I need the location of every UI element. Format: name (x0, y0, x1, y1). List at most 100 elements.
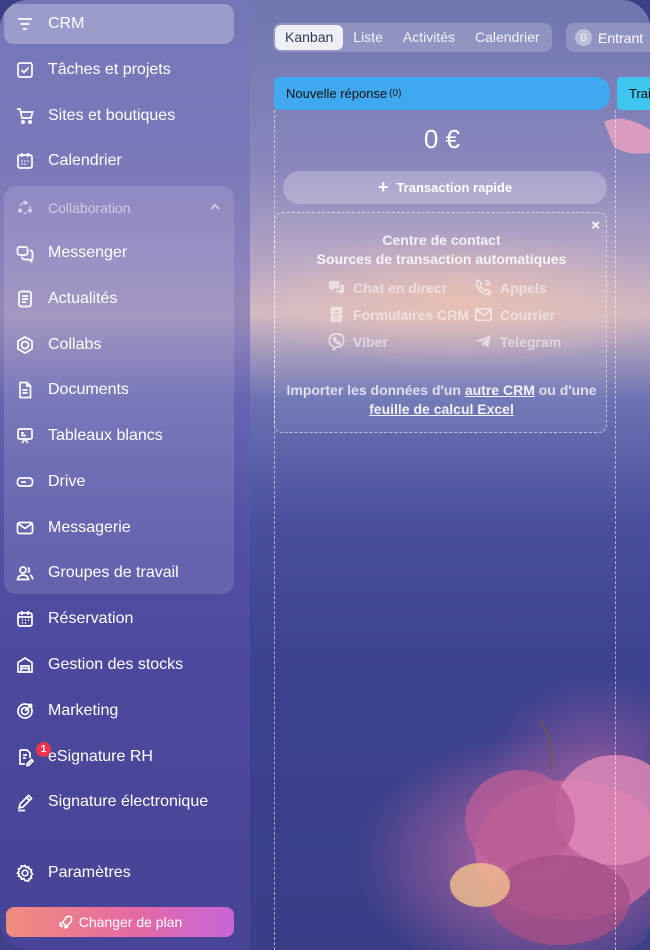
sidebar-item-whiteboards[interactable]: Tableaux blancs (4, 416, 234, 456)
document-icon (14, 379, 36, 401)
sidebar-item-label: Tâches et projets (48, 61, 171, 78)
source-viber[interactable]: Viber (327, 332, 388, 351)
sidebar-item-sites[interactable]: Sites et boutiques (4, 96, 234, 136)
sidebar-item-label: Messagerie (48, 519, 131, 536)
quick-deal-button[interactable]: + Transaction rapide (283, 171, 607, 204)
form-icon (330, 306, 343, 323)
sidebar-item-mail[interactable]: Messagerie (4, 508, 234, 548)
chat-bubbles-icon (328, 280, 345, 296)
source-label: Appels (500, 279, 547, 296)
tab-calendar[interactable]: Calendrier (465, 25, 550, 50)
sidebar-item-messenger[interactable]: Messenger (4, 233, 234, 273)
contact-center-title: Centre de contact (382, 232, 501, 248)
news-icon (14, 288, 36, 310)
sidebar-item-news[interactable]: Actualités (4, 279, 234, 319)
target-icon (14, 700, 36, 722)
drive-icon (14, 471, 36, 493)
esign-doc-icon: 1 (14, 742, 51, 768)
sidebar-item-label: Actualités (48, 290, 118, 307)
plus-icon: + (377, 177, 389, 197)
tab-activities[interactable]: Activités (393, 25, 465, 50)
sidebar-item-label: Groupes de travail (48, 564, 179, 581)
excel-sheet-link[interactable]: feuille de calcul Excel (369, 401, 514, 417)
source-telegram[interactable]: Telegram (474, 332, 561, 351)
sidebar-item-label: eSignature RH (48, 748, 153, 765)
incoming-button[interactable]: 0 Entrant (566, 23, 650, 52)
app-window: CRM Tâches et projets Sites et boutiques… (0, 0, 650, 950)
kanban-column-header-next[interactable]: Traitement (617, 77, 650, 110)
sidebar-item-tasks[interactable]: Tâches et projets (4, 50, 234, 90)
column-total: 0 € (423, 124, 461, 154)
telegram-icon (475, 335, 491, 348)
viber-icon (328, 333, 345, 351)
source-label: Viber (353, 333, 388, 350)
rocket-icon (58, 915, 73, 929)
sidebar-item-esignature[interactable]: Signature électronique (4, 782, 234, 822)
source-label: Courrier (500, 306, 556, 323)
tab-kanban[interactable]: Kanban (275, 25, 344, 50)
upgrade-plan-button[interactable]: Changer de plan (6, 907, 234, 937)
sidebar-item-label: Paramètres (48, 864, 131, 881)
sidebar-item-drive[interactable]: Drive (4, 462, 234, 502)
tab-list[interactable]: Liste (343, 25, 393, 50)
sidebar-item-label: Messenger (48, 244, 128, 261)
source-live-chat[interactable]: Chat en direct (327, 278, 446, 297)
whiteboard-icon (14, 425, 36, 447)
sidebar-item-collabs[interactable]: Collabs (4, 325, 234, 365)
sidebar-item-settings[interactable]: Paramètres (4, 853, 234, 893)
sidebar-item-calendar[interactable]: Calendrier (4, 141, 234, 181)
filter-lines-icon (14, 13, 36, 35)
sidebar: CRM Tâches et projets Sites et boutiques… (0, 0, 250, 950)
source-crm-forms[interactable]: Formulaires CRM (327, 305, 469, 324)
sidebar-item-booking[interactable]: Réservation (4, 599, 234, 639)
chat-icon (14, 242, 36, 264)
column-title: Nouvelle réponse (286, 86, 388, 101)
checkbox-icon (14, 59, 36, 81)
pen-icon (14, 791, 36, 813)
collaboration-icon (14, 197, 36, 219)
sidebar-item-label: Gestion des stocks (48, 656, 184, 673)
sidebar-item-marketing[interactable]: Marketing (4, 691, 234, 731)
group-label: Collaboration (48, 200, 131, 216)
upgrade-label: Changer de plan (78, 914, 183, 930)
source-label: Chat en direct (353, 279, 447, 296)
column-count: (0) (389, 88, 402, 99)
phone-icon (475, 279, 492, 296)
calendar-icon (14, 150, 36, 172)
sidebar-item-crm[interactable]: CRM (4, 4, 234, 44)
sidebar-item-inventory[interactable]: Gestion des stocks (4, 645, 234, 685)
source-label: Telegram (500, 333, 562, 350)
kanban-column-header[interactable]: Nouvelle réponse (0) (274, 77, 610, 110)
sidebar-item-label: Signature électronique (48, 793, 209, 810)
sidebar-item-label: Tableaux blancs (48, 427, 163, 444)
sidebar-item-workgroups[interactable]: Groupes de travail (4, 553, 234, 593)
sidebar-item-documents[interactable]: Documents (4, 370, 234, 410)
booking-icon (14, 608, 36, 630)
sidebar-item-label: Marketing (48, 702, 119, 719)
sidebar-item-esignature-hr[interactable]: 1 eSignature RH (4, 737, 234, 777)
import-text: Importer les données d'un autre CRM ou d… (275, 381, 608, 419)
envelope-icon (14, 517, 36, 539)
import-prefix: Importer les données d'un (286, 382, 465, 398)
incoming-label: Entrant (598, 29, 644, 46)
mail-icon (475, 307, 492, 322)
hexagon-icon (14, 334, 36, 356)
sidebar-item-label: Collabs (48, 336, 102, 353)
sidebar-item-label: Drive (48, 473, 86, 490)
chevron-up-icon[interactable] (208, 200, 222, 217)
warehouse-icon (14, 654, 36, 676)
source-mail[interactable]: Courrier (474, 305, 555, 324)
view-tabs: Kanban Liste Activités Calendrier (273, 23, 552, 52)
collaboration-group-header[interactable]: Collaboration (4, 188, 234, 228)
quick-deal-label: Transaction rapide (396, 180, 513, 195)
column-title: Traitement (629, 86, 650, 101)
cart-icon (14, 105, 36, 127)
source-label: Formulaires CRM (353, 306, 469, 323)
contact-center-card: × Centre de contact Sources de transacti… (274, 212, 607, 433)
contact-center-subtitle: Sources de transaction automatiques (316, 251, 567, 267)
gear-icon (14, 862, 36, 884)
import-mid: ou d'une (534, 382, 597, 398)
other-crm-link[interactable]: autre CRM (465, 382, 535, 398)
source-calls[interactable]: Appels (474, 278, 547, 297)
sidebar-item-label: Sites et boutiques (48, 107, 176, 124)
